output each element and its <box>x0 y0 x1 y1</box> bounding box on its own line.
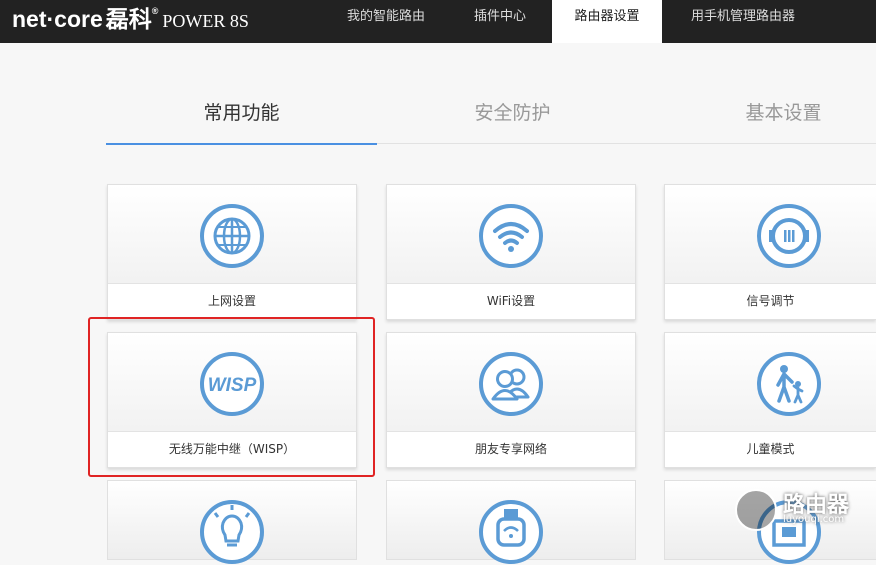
wifi-watch-icon <box>479 500 543 564</box>
card-label: 上网设置 <box>108 283 356 319</box>
highlight-box <box>88 317 375 477</box>
card-label: 儿童模式 <box>665 431 876 467</box>
watermark-logo <box>735 489 777 531</box>
card-wifi-settings[interactable]: WiFi设置 <box>386 184 636 320</box>
nav-router-settings[interactable]: 路由器设置 <box>552 0 662 43</box>
model-name: POWER 8S <box>162 11 249 31</box>
active-tab-indicator <box>106 143 377 145</box>
nav-mobile-manage[interactable]: 用手机管理路由器 <box>674 0 812 43</box>
card-row3-light[interactable] <box>107 480 357 564</box>
card-label: 朋友专享网络 <box>387 431 635 467</box>
top-nav-bar: net·core 磊科® POWER 8S 我的智能路由 插件中心 路由器设置 用手… <box>0 0 876 43</box>
child-mode-icon <box>757 352 821 416</box>
friends-icon <box>479 352 543 416</box>
watermark-url: luyouqi.com <box>783 514 845 525</box>
brand-name-cn: 磊科 <box>105 6 152 32</box>
tab-security[interactable]: 安全防护 <box>377 98 648 128</box>
wifi-icon <box>479 204 543 268</box>
registered-mark: ® <box>151 6 159 16</box>
card-label: 信号调节 <box>665 283 876 319</box>
card-label: WiFi设置 <box>387 283 635 319</box>
card-internet-settings[interactable]: 上网设置 <box>107 184 357 320</box>
globe-icon <box>200 204 264 268</box>
nav-plugin-center[interactable]: 插件中心 <box>456 0 544 43</box>
tab-basic-settings[interactable]: 基本设置 <box>648 98 876 128</box>
netcore-logo[interactable]: net·core 磊科® POWER 8S <box>12 4 249 34</box>
brand-name: net·core <box>12 6 103 32</box>
card-friends-network[interactable]: 朋友专享网络 <box>386 332 636 468</box>
card-signal-tuning[interactable]: 信号调节 <box>664 184 876 320</box>
signal-tune-icon <box>757 204 821 268</box>
nav-my-smart-router[interactable]: 我的智能路由 <box>330 0 442 43</box>
card-child-mode[interactable]: 儿童模式 <box>664 332 876 468</box>
watermark: 路由器 luyouqi.com <box>735 487 876 547</box>
tab-common-functions[interactable]: 常用功能 <box>106 98 377 128</box>
lightbulb-icon <box>200 500 264 564</box>
card-row3-watch[interactable] <box>386 480 636 564</box>
